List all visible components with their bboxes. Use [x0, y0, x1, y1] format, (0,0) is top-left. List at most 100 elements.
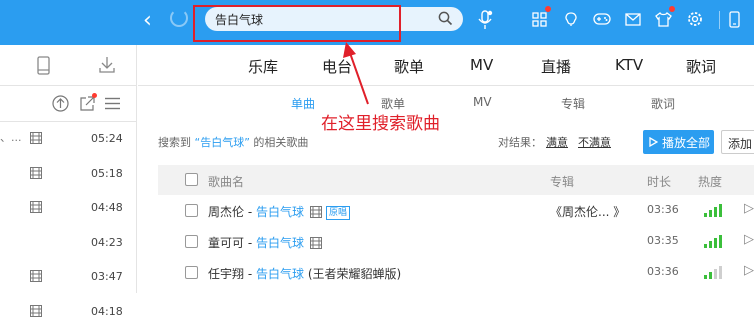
subtab-lyrics[interactable]: 歌词 [651, 95, 675, 112]
song-title-link[interactable]: 告白气球 [256, 236, 304, 250]
nav-tab-live[interactable]: 直播 [541, 56, 571, 77]
mv-film-icon[interactable] [310, 237, 322, 252]
song-title-link[interactable]: 告白气球 [256, 205, 304, 219]
result-feedback: 对结果：满意不满意 [498, 134, 611, 150]
search-icon[interactable] [438, 11, 453, 26]
row-checkbox[interactable] [185, 235, 198, 248]
row-checkbox[interactable] [185, 204, 198, 217]
left-list-item[interactable]: 04:23 [0, 226, 136, 261]
original-badge: 原唱 [326, 206, 350, 220]
row-play-icon[interactable]: ▷ [744, 232, 754, 247]
subtab-songs[interactable]: 单曲 [291, 95, 315, 112]
left-panel-toolbar [0, 86, 136, 122]
device-icon[interactable] [37, 56, 50, 75]
song-name: 童可可 - 告白气球 [208, 234, 322, 252]
heat-bar [704, 275, 707, 279]
song-title-link[interactable]: 告白气球 [256, 267, 304, 281]
notification-dot [669, 6, 675, 12]
notification-dot [545, 6, 551, 12]
col-song[interactable]: 歌曲名 [208, 173, 244, 190]
heat-bar [714, 269, 717, 279]
add-to-button[interactable]: 添加 [721, 130, 754, 154]
song-name: 任宇翔 - 告白气球 (王者荣耀貂蝉版) [208, 265, 401, 282]
satisfied-link[interactable]: 满意 [546, 136, 568, 149]
album-link[interactable]: 《周杰伦... 》 [550, 203, 625, 220]
heat-bar [719, 235, 722, 248]
play-all-button[interactable]: 播放全部 [643, 130, 714, 154]
annotation-highlight-box [193, 5, 401, 42]
locate-up-icon[interactable] [52, 95, 69, 112]
song-version: (王者荣耀貂蝉版) [304, 267, 401, 281]
share-icon[interactable] [80, 96, 95, 111]
heat-bar [714, 207, 717, 217]
unsatisfied-link[interactable]: 不满意 [578, 136, 611, 149]
annotation-text: 在这里搜索歌曲 [321, 109, 440, 134]
mv-film-icon[interactable] [30, 305, 42, 320]
song-duration: 03:36 [647, 265, 679, 278]
row-checkbox[interactable] [185, 266, 198, 279]
nav-tab-mv[interactable]: MV [470, 56, 493, 74]
nav-tab-lyrics[interactable]: 歌词 [686, 56, 716, 77]
tshirt-icon[interactable] [654, 9, 673, 29]
list-item-duration: 05:24 [91, 132, 123, 145]
left-list-item[interactable]: 04:48 [0, 191, 136, 226]
heat-bar [719, 204, 722, 217]
list-item-duration: 04:18 [91, 305, 123, 318]
heat-indicator [704, 235, 722, 248]
heat-bar [704, 244, 707, 248]
mv-film-icon[interactable] [310, 206, 322, 221]
heat-bar [719, 266, 722, 279]
toolbar-divider [719, 11, 720, 29]
col-heat[interactable]: 热度 [698, 173, 722, 190]
apps-grid-icon[interactable] [530, 9, 549, 29]
microphone-icon[interactable] [477, 10, 493, 30]
list-item-duration: 04:48 [91, 201, 123, 214]
left-list-item[interactable]: 03:47 [0, 260, 136, 295]
mv-film-icon[interactable] [30, 201, 42, 216]
row-play-icon[interactable]: ▷ [744, 201, 754, 216]
select-all-checkbox[interactable] [185, 173, 198, 186]
main-nav: 乐库 电台 歌单 MV 直播 KTV 歌词 [138, 45, 754, 86]
nav-tab-radio[interactable]: 电台 [322, 56, 352, 77]
artist-link[interactable]: 周杰伦 [208, 205, 244, 219]
skin-icon[interactable] [561, 9, 580, 29]
table-row[interactable]: 任宇翔 - 告白气球 (王者荣耀貂蝉版) 03:36 ▷ [158, 257, 754, 288]
subtab-albums[interactable]: 专辑 [561, 95, 585, 112]
song-duration: 03:36 [647, 203, 679, 216]
left-list-item[interactable]: 、... 05:24 [0, 122, 136, 157]
left-list-item[interactable]: 04:18 [0, 295, 136, 329]
mv-film-icon[interactable] [30, 270, 42, 285]
table-row[interactable]: 童可可 - 告白气球 03:35 ▷ [158, 226, 754, 257]
gamepad-icon[interactable] [592, 9, 611, 29]
mv-film-icon[interactable] [30, 167, 42, 182]
menu-icon[interactable] [105, 97, 120, 110]
list-item-duration: 05:18 [91, 167, 123, 180]
col-duration[interactable]: 时长 [647, 173, 671, 190]
top-bar: ‹ [0, 0, 754, 45]
mv-film-icon[interactable] [30, 132, 42, 147]
list-item-prefix: 、... [0, 129, 22, 145]
artist-link[interactable]: 童可可 [208, 236, 244, 250]
col-album[interactable]: 专辑 [550, 173, 574, 190]
mail-icon[interactable] [623, 9, 642, 29]
heat-indicator [704, 266, 722, 279]
back-icon[interactable]: ‹ [143, 8, 152, 34]
phone-icon[interactable] [729, 11, 740, 28]
row-play-icon[interactable]: ▷ [744, 263, 754, 278]
nav-tab-library[interactable]: 乐库 [248, 56, 278, 77]
song-duration: 03:35 [647, 234, 679, 247]
subtab-mv[interactable]: MV [473, 95, 492, 109]
nav-tab-playlists[interactable]: 歌单 [394, 56, 424, 77]
heat-bar [709, 210, 712, 217]
artist-link[interactable]: 任宇翔 [208, 267, 244, 281]
nav-tab-ktv[interactable]: KTV [615, 56, 643, 74]
heat-indicator [704, 204, 722, 217]
table-row[interactable]: 周杰伦 - 告白气球原唱《周杰伦... 》03:36▷ [158, 195, 754, 226]
refresh-icon[interactable] [170, 9, 188, 27]
left-list-item[interactable]: 05:18 [0, 157, 136, 192]
settings-gear-icon[interactable] [685, 9, 704, 29]
download-icon[interactable] [99, 56, 115, 74]
result-summary: 搜索到 “告白气球” 的相关歌曲 [158, 134, 308, 150]
heat-bar [709, 241, 712, 248]
left-panel: 、...05:2405:1804:4804:2303:4704:18 [0, 45, 137, 293]
